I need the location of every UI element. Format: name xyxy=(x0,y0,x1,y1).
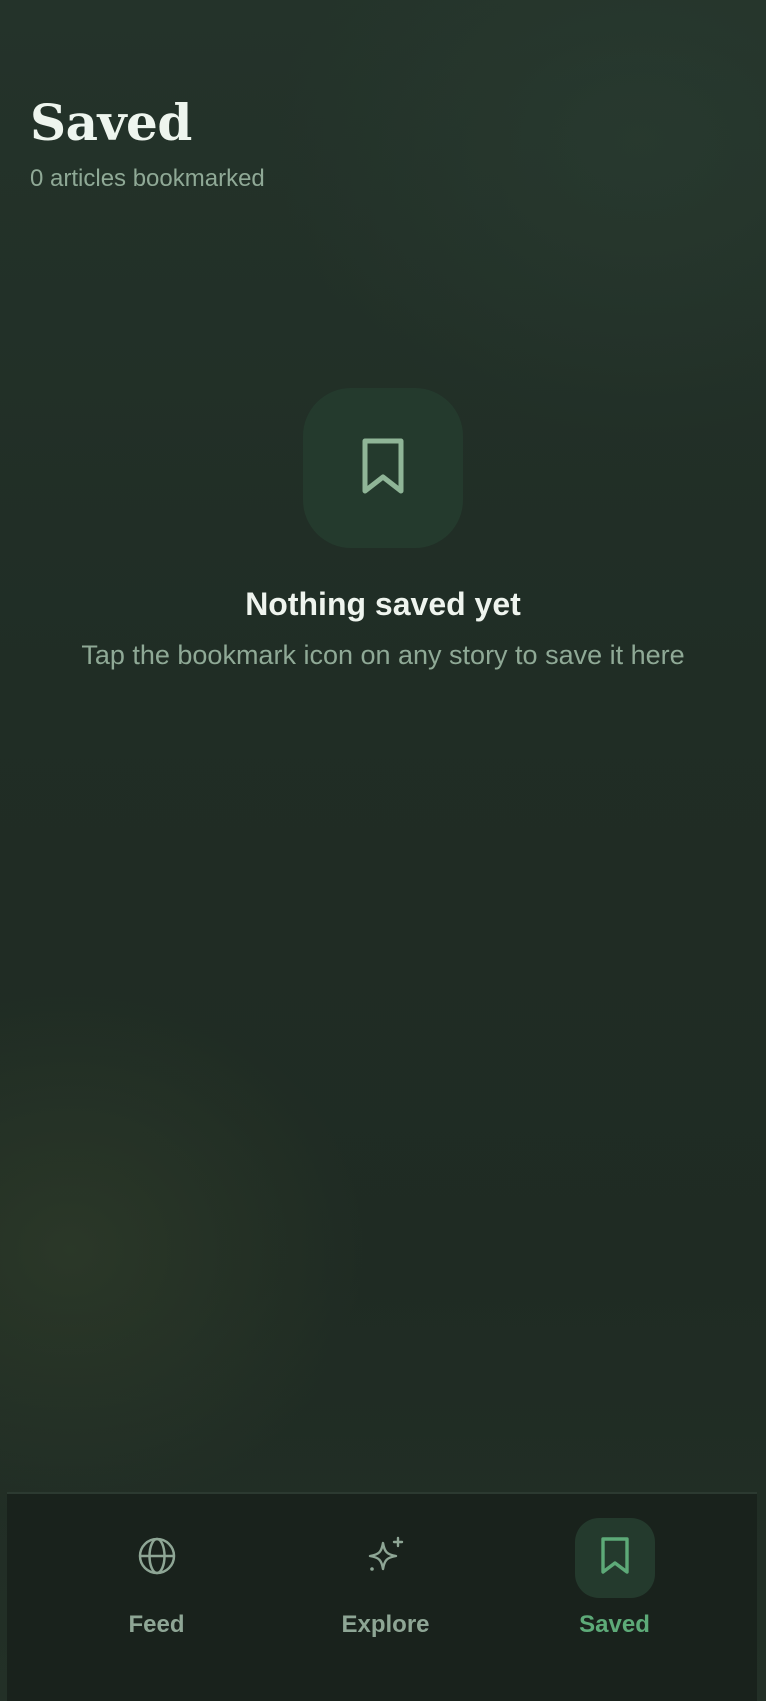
nav-item-saved[interactable]: Saved xyxy=(500,1518,729,1640)
empty-state-title: Nothing saved yet xyxy=(245,586,521,622)
bookmark-icon xyxy=(357,436,409,501)
bookmark-icon xyxy=(598,1536,632,1581)
empty-state: Nothing saved yet Tap the bookmark icon … xyxy=(0,388,766,672)
page-header: Saved 0 articles bookmarked xyxy=(30,92,265,194)
saved-screen: Saved 0 articles bookmarked Nothing save… xyxy=(0,0,766,1701)
saved-count: 0 articles bookmarked xyxy=(30,165,265,192)
sparkle-icon xyxy=(365,1535,407,1582)
empty-state-icon-tile xyxy=(303,388,463,548)
nav-item-feed[interactable]: Feed xyxy=(42,1518,271,1640)
nav-icon-wrap-saved xyxy=(574,1518,655,1598)
nav-label-saved: Saved xyxy=(579,1611,650,1638)
bottom-nav: Feed Explore Saved xyxy=(7,1492,757,1701)
nav-label-feed: Feed xyxy=(128,1611,185,1638)
nav-label-explore: Explore xyxy=(341,1611,430,1638)
nav-item-explore[interactable]: Explore xyxy=(271,1518,500,1640)
page-title: Saved xyxy=(30,93,192,152)
nav-icon-wrap-explore xyxy=(346,1518,426,1598)
nav-icon-wrap-feed xyxy=(117,1518,197,1598)
empty-state-message: Tap the bookmark icon on any story to sa… xyxy=(81,640,685,670)
globe-icon xyxy=(137,1536,177,1581)
